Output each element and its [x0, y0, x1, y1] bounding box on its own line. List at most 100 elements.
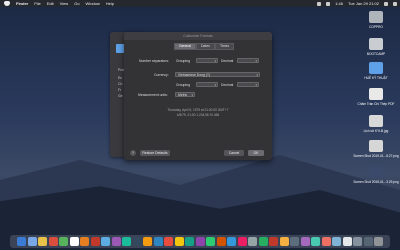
menu-clock[interactable]: Tue Jan 29 21:02 [348, 1, 379, 6]
help-button[interactable]: ? [130, 150, 136, 156]
chevron-down-icon: ▾ [214, 59, 216, 63]
ok-button[interactable]: OK [248, 150, 264, 156]
dock-app-icon[interactable] [227, 237, 236, 246]
dock-app-icon[interactable] [206, 237, 215, 246]
dock-app-icon[interactable] [216, 237, 226, 246]
menu-window[interactable]: Window [86, 1, 100, 6]
dock-app-icon[interactable] [269, 237, 278, 246]
desktop-icon[interactable]: HUẾ KỶ THUẬT [358, 62, 394, 80]
screenshot-icon [369, 140, 383, 152]
desktop-icon-label: Screen Shot 2019-01...3.29.png [353, 180, 399, 184]
window-text: En [118, 76, 123, 80]
decimal-label: Decimal [221, 59, 234, 63]
battery-status[interactable]: 1:46 [335, 1, 343, 6]
desktop-icon[interactable]: COPPRO [358, 11, 394, 29]
cancel-button[interactable]: Cancel [224, 150, 244, 156]
image-icon [369, 115, 383, 127]
desktop-icon-label: BOOTCAMP [366, 52, 386, 56]
dock-app-icon[interactable] [90, 237, 100, 246]
menu-help[interactable]: Help [106, 1, 114, 6]
dock-app-icon[interactable] [279, 237, 289, 246]
desktop-icon[interactable]: BOOTCAMP [358, 38, 394, 56]
decimal-label-2: Decimal [221, 83, 234, 87]
dock-app-icon[interactable] [17, 237, 26, 246]
menu-bar: Finder File Edit View Go Window Help 1:4… [0, 0, 400, 7]
menu-edit[interactable]: Edit [47, 1, 54, 6]
wifi-icon[interactable] [317, 1, 322, 6]
dock-app-icon[interactable] [290, 237, 299, 246]
dock-app-icon[interactable] [300, 237, 310, 246]
decimal-select[interactable]: ▾ [237, 58, 259, 63]
dock-app-icon[interactable] [48, 237, 58, 246]
dock-app-icon[interactable] [237, 237, 247, 246]
dock-app-icon[interactable] [143, 237, 152, 246]
dock-app-icon[interactable] [122, 237, 131, 246]
tab-times[interactable]: Times [214, 43, 235, 50]
drive-icon [369, 38, 383, 50]
dock-app-icon[interactable] [69, 237, 79, 246]
desktop-icon[interactable]: Lịch sử KYLB.jpg [358, 115, 394, 133]
dock-app-icon[interactable] [363, 237, 373, 246]
grouping-label-2: Grouping [176, 83, 190, 87]
dock-app-icon[interactable] [101, 237, 110, 246]
dock-app-icon[interactable] [27, 237, 37, 246]
apple-icon[interactable] [4, 1, 10, 6]
tab-general[interactable]: General [174, 43, 197, 50]
dock-app-icon[interactable] [132, 237, 142, 246]
dock-app-icon[interactable] [353, 237, 362, 246]
dock-app-icon[interactable] [164, 237, 173, 246]
menu-file[interactable]: File [34, 1, 40, 6]
chevron-down-icon: ▾ [191, 93, 193, 97]
currency-decimal-select[interactable]: ▾ [237, 82, 259, 87]
dock-app-icon[interactable] [80, 237, 89, 246]
restore-defaults-button[interactable]: Restore Defaults [140, 150, 170, 156]
dock-app-icon[interactable] [111, 237, 121, 246]
window-text: Ge [118, 94, 123, 98]
dock [10, 235, 390, 248]
grouping-select[interactable]: ▾ [196, 58, 218, 63]
chevron-down-icon: ▾ [255, 83, 257, 87]
desktop-icon[interactable]: Screen Shot 2019-01...8.27.png [353, 140, 399, 158]
dock-app-icon[interactable] [153, 237, 163, 246]
menu-go[interactable]: Go [74, 1, 79, 6]
grouping-label: Grouping [176, 59, 190, 63]
currency-label: Currency: [154, 73, 169, 77]
desktop-icon-label: Screen Shot 2019-01...8.27.png [353, 154, 399, 158]
dock-app-icon[interactable] [174, 237, 184, 246]
dock-app-icon[interactable] [258, 237, 268, 246]
dock-app-icon[interactable] [185, 237, 194, 246]
currency-grouping-select[interactable]: ▾ [196, 82, 218, 87]
dock-app-icon[interactable] [321, 237, 331, 246]
menu-finder[interactable]: Finder [16, 1, 28, 6]
pdf-icon [369, 88, 383, 100]
desktop-icon-label: Lịch sử KYLB.jpg [363, 129, 389, 133]
drive-icon [369, 11, 383, 23]
dock-app-icon[interactable] [374, 237, 383, 246]
currency-select[interactable]: Vietnamese Dong (₫) ▾ [175, 72, 260, 77]
dock-app-icon[interactable] [248, 237, 257, 246]
dock-app-icon[interactable] [59, 237, 68, 246]
tab-bar: General Dates Times [174, 43, 235, 50]
sample-date: Thursday, April 5, 1979 at 21:00:00 GMT+… [167, 108, 229, 112]
dock-app-icon[interactable] [332, 237, 341, 246]
notification-center-icon[interactable] [393, 1, 397, 6]
folder-icon [369, 62, 383, 74]
tab-dates[interactable]: Dates [196, 43, 215, 50]
chevron-down-icon: ▾ [214, 83, 216, 87]
currency-value: Vietnamese Dong (₫) [178, 73, 210, 77]
dock-app-icon[interactable] [195, 237, 205, 246]
volume-icon[interactable] [326, 1, 331, 6]
measurement-value: Metric [178, 93, 188, 97]
desktop-icon-label: Chăm Trần Chí Thép PDF [357, 102, 395, 106]
desktop-icon[interactable]: Screen Shot 2019-01...3.29.png [353, 166, 399, 184]
dock-app-icon[interactable] [342, 237, 352, 246]
menu-view[interactable]: View [60, 1, 69, 6]
window-text: Ch [118, 82, 123, 86]
spotlight-icon[interactable] [384, 1, 388, 6]
desktop-icon-label: COPPRO [369, 25, 383, 29]
dock-app-icon[interactable] [38, 237, 47, 246]
dock-app-icon[interactable] [311, 237, 320, 246]
desktop-icon[interactable]: Chăm Trần Chí Thép PDF [358, 88, 394, 106]
chevron-down-icon: ▾ [255, 59, 257, 63]
measurement-select[interactable]: Metric ▾ [175, 92, 195, 97]
